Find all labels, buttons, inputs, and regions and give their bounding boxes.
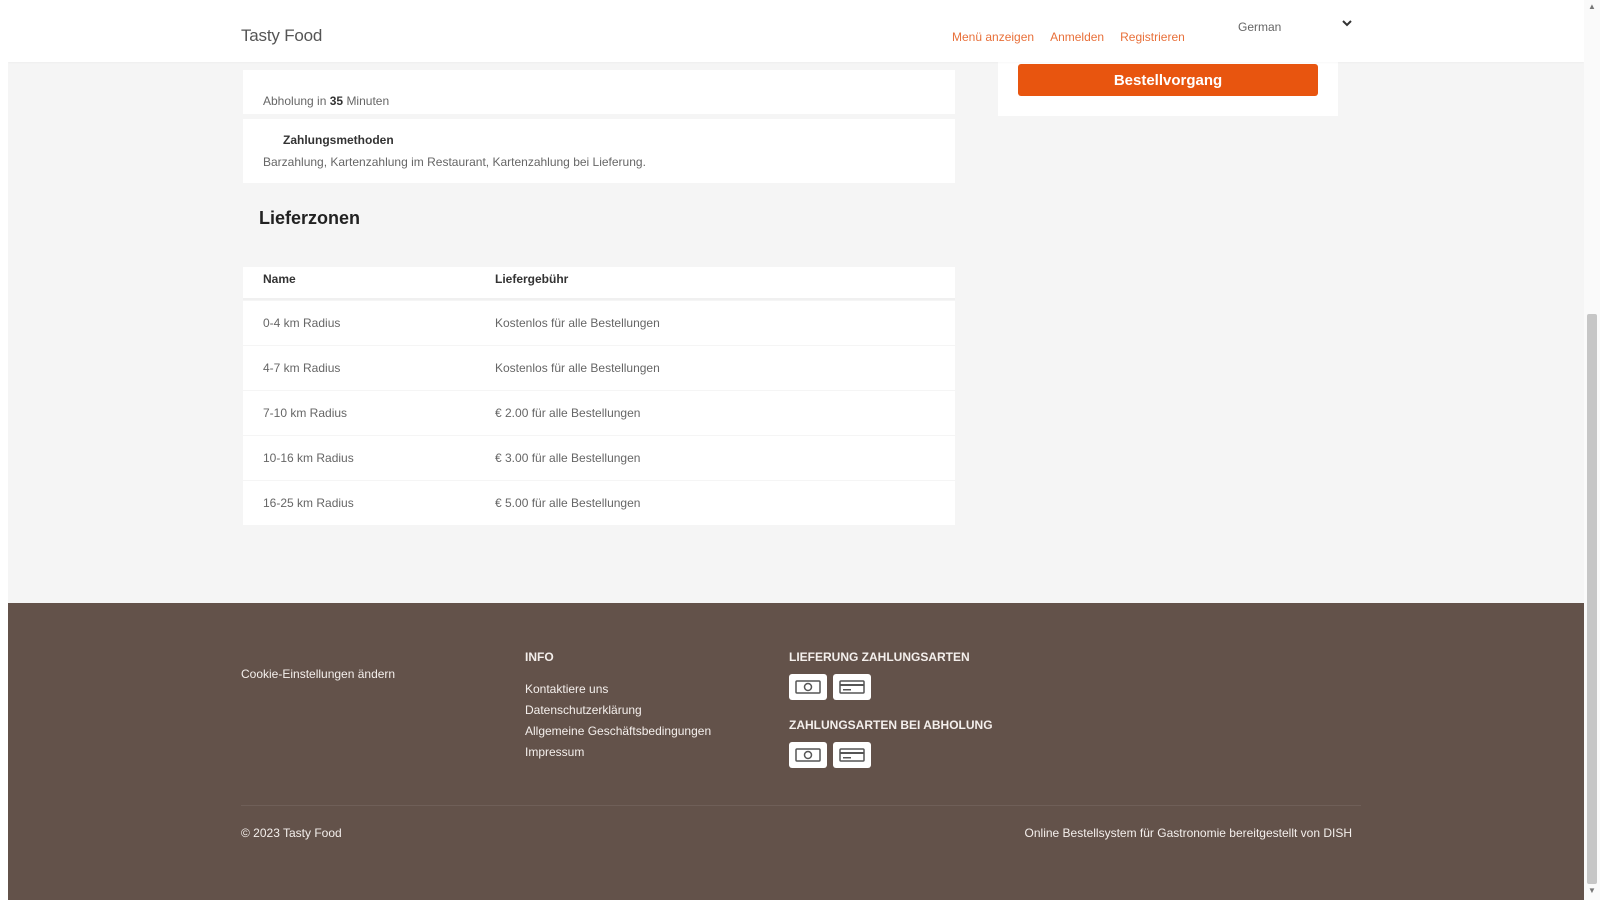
table-row: 4-7 km Radius Kostenlos für alle Bestell… <box>243 346 955 390</box>
header: Tasty Food Menü anzeigen Anmelden Regist… <box>8 0 1584 62</box>
footer-imprint-link[interactable]: Impressum <box>525 742 711 763</box>
footer-info-title: INFO <box>525 650 554 664</box>
nav-menu-link[interactable]: Menü anzeigen <box>952 30 1034 44</box>
zone-fee: Kostenlos für alle Bestellungen <box>495 316 660 330</box>
pickup-payments-title: ZAHLUNGSARTEN BEI ABHOLUNG <box>789 718 993 732</box>
delivery-payment-icons <box>789 674 993 700</box>
column-header-fee: Liefergebühr <box>495 272 569 286</box>
zone-name: 4-7 km Radius <box>263 361 341 375</box>
language-select[interactable]: German <box>1238 20 1352 42</box>
scroll-down-arrow-icon[interactable]: ▼ <box>1588 886 1596 895</box>
zone-name: 7-10 km Radius <box>263 406 348 420</box>
payment-methods-text: Barzahlung, Kartenzahlung im Restaurant,… <box>263 155 646 169</box>
nav-register-link[interactable]: Registrieren <box>1120 30 1185 44</box>
zone-fee: € 3.00 für alle Bestellungen <box>495 451 641 465</box>
zone-name: 10-16 km Radius <box>263 451 354 465</box>
page-scrollbar[interactable]: ▲ ▼ <box>1584 0 1600 900</box>
table-row: 10-16 km Radius € 3.00 für alle Bestellu… <box>243 436 955 480</box>
payment-methods-title: Zahlungsmethoden <box>283 133 394 147</box>
checkout-button[interactable]: Bestellvorgang <box>1018 64 1318 96</box>
footer-payment-methods: LIEFERUNG ZAHLUNGSARTEN ZAHLUNGSARTEN BE… <box>789 650 993 786</box>
table-row: 16-25 km Radius € 5.00 für alle Bestellu… <box>243 481 955 525</box>
brand-logo[interactable]: Tasty Food <box>241 26 322 46</box>
powered-by: Online Bestellsystem für Gastronomie ber… <box>1024 826 1352 840</box>
restaurant-info: Abholung in 35 Minuten Zahlungsmethoden … <box>243 62 955 525</box>
footer-terms-link[interactable]: Allgemeine Geschäftsbedingungen <box>525 721 711 742</box>
footer-privacy-link[interactable]: Datenschutzerklärung <box>525 700 711 721</box>
chevron-down-icon <box>1342 18 1352 30</box>
pickup-prefix: Abholung in <box>263 94 327 108</box>
delivery-zones-title: Lieferzonen <box>259 208 361 228</box>
zone-fee: Kostenlos für alle Bestellungen <box>495 361 660 375</box>
pickup-suffix: Minuten <box>346 94 390 108</box>
footer: Cookie-Einstellungen ändern INFO Kontakt… <box>8 603 1584 900</box>
table-row: 0-4 km Radius Kostenlos für alle Bestell… <box>243 301 955 345</box>
zone-name: 0-4 km Radius <box>263 316 341 330</box>
footer-contact-link[interactable]: Kontaktiere uns <box>525 679 711 700</box>
page: Tasty Food Menü anzeigen Anmelden Regist… <box>8 0 1584 900</box>
top-nav: Menü anzeigen Anmelden Registrieren <box>952 30 1185 44</box>
nav-login-link[interactable]: Anmelden <box>1050 30 1104 44</box>
column-header-name: Name <box>263 272 296 286</box>
scroll-up-arrow-icon[interactable]: ▲ <box>1588 2 1596 11</box>
pickup-payment-icons <box>789 742 993 768</box>
zone-fee: € 2.00 für alle Bestellungen <box>495 406 641 420</box>
footer-divider <box>241 805 1361 806</box>
payment-methods-card: Zahlungsmethoden Barzahlung, Kartenzahlu… <box>243 119 955 183</box>
cookie-settings-link[interactable]: Cookie-Einstellungen ändern <box>241 667 395 681</box>
delivery-zones-table: Name Liefergebühr 0-4 km Radius Kostenlo… <box>243 267 955 525</box>
delivery-payments-title: LIEFERUNG ZAHLUNGSARTEN <box>789 650 970 664</box>
order-sidebar: Bestellvorgang <box>998 56 1338 116</box>
card-icon <box>833 742 871 768</box>
table-header: Name Liefergebühr <box>243 267 955 300</box>
cash-icon <box>789 674 827 700</box>
scrollbar-thumb[interactable] <box>1587 314 1597 884</box>
card-icon <box>833 674 871 700</box>
zone-fee: € 5.00 für alle Bestellungen <box>495 496 641 510</box>
footer-info: INFO Kontaktiere uns Datenschutzerklärun… <box>525 650 711 763</box>
table-row: 7-10 km Radius € 2.00 für alle Bestellun… <box>243 391 955 435</box>
language-select-value: German <box>1238 20 1282 34</box>
pickup-minutes: 35 <box>329 94 344 108</box>
copyright: © 2023 Tasty Food <box>241 826 342 840</box>
cash-icon <box>789 742 827 768</box>
zone-name: 16-25 km Radius <box>263 496 354 510</box>
pickup-time-card: Abholung in 35 Minuten <box>243 70 955 114</box>
